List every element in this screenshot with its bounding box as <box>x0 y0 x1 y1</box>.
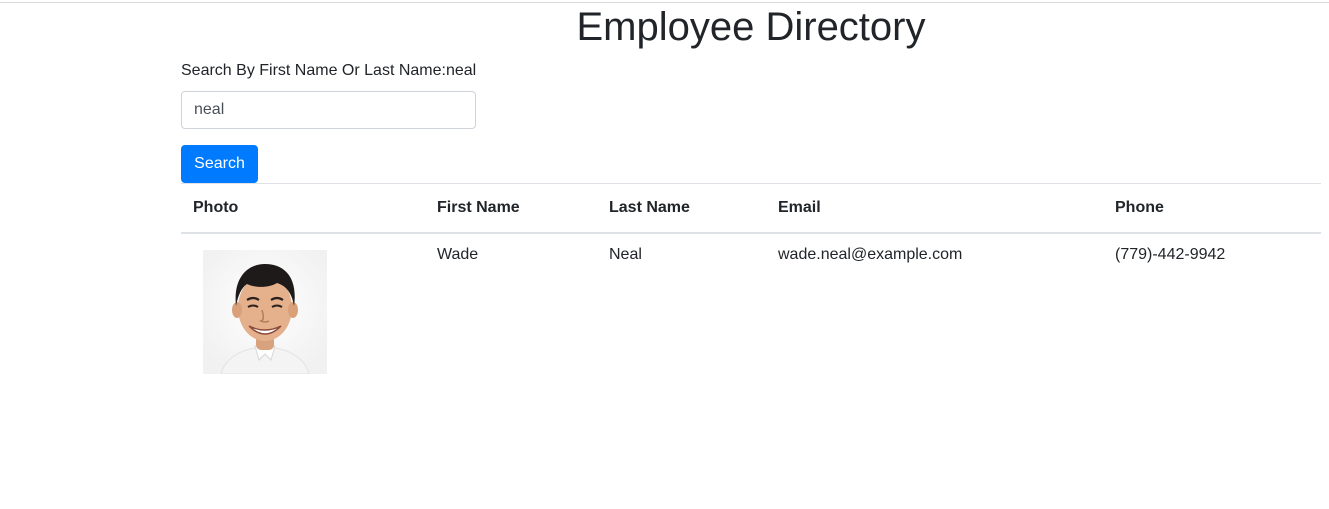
header-first-name: First Name <box>425 183 597 234</box>
phone-cell: (779)-442-9942 <box>1115 246 1226 263</box>
header-last-name: Last Name <box>597 183 766 234</box>
table-header-row: Photo First Name Last Name Email Phone <box>181 183 1321 234</box>
photo-cell <box>181 233 425 374</box>
search-label: Search By First Name Or Last Name:neal <box>181 61 476 81</box>
first-name-cell: Wade <box>437 246 479 263</box>
search-input[interactable] <box>181 91 476 129</box>
search-label-query: neal <box>445 62 477 79</box>
results-table: Photo First Name Last Name Email Phone W… <box>181 183 1321 374</box>
header-email: Email <box>766 183 1103 234</box>
header-phone: Phone <box>1103 183 1321 234</box>
email-cell: wade.neal@example.com <box>778 246 963 263</box>
search-label-prefix: Search By First Name Or Last Name: <box>181 62 446 79</box>
last-name-cell: Neal <box>609 246 642 263</box>
header-photo: Photo <box>181 183 425 234</box>
table-row: Wade Neal wade.neal@example.com (779)-44… <box>181 233 1321 374</box>
employee-photo <box>203 250 327 374</box>
search-button[interactable]: Search <box>181 145 258 183</box>
page-title: Employee Directory <box>576 5 926 49</box>
